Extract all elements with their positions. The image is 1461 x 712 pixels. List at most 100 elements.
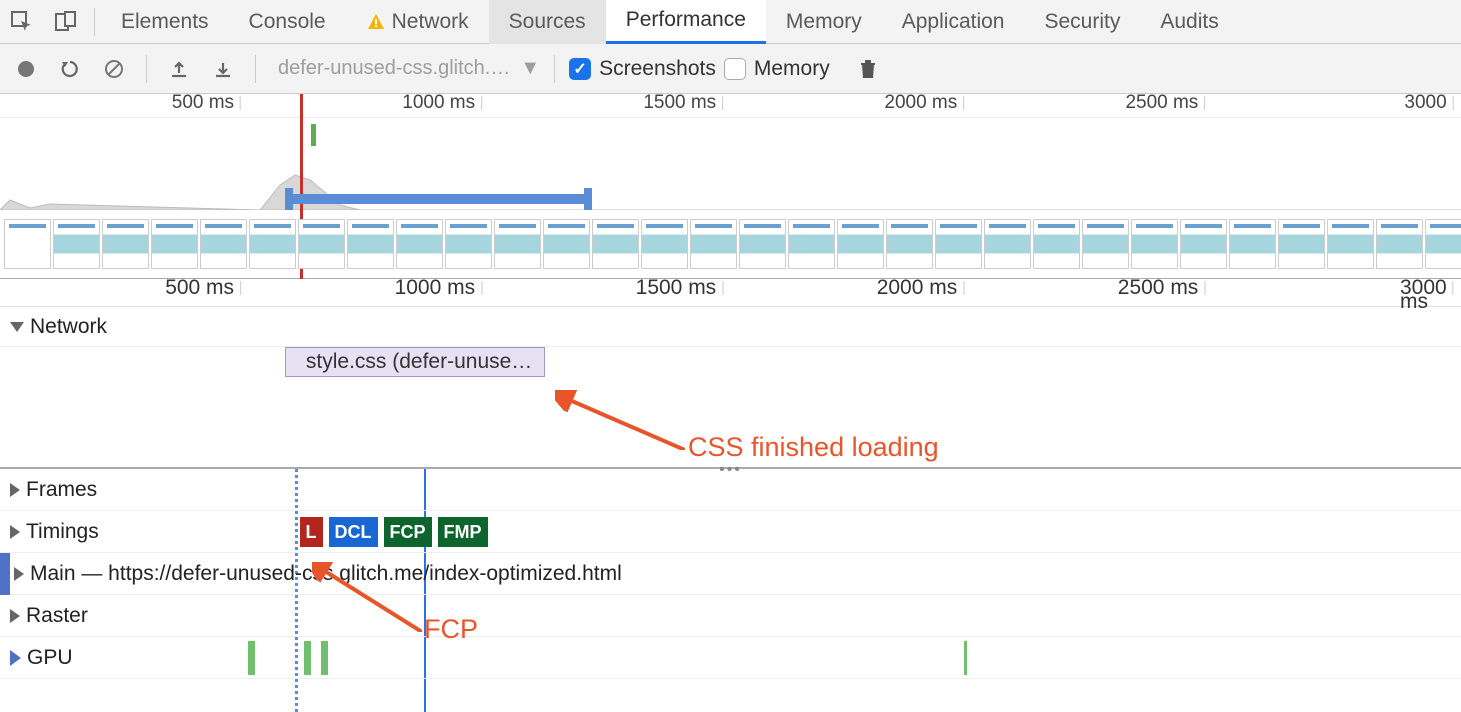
tab-label: Security xyxy=(1044,10,1120,34)
filmstrip-frame[interactable] xyxy=(445,219,492,269)
timing-badge-fmp[interactable]: FMP xyxy=(438,517,488,547)
frames-track-row: Frames xyxy=(0,469,1461,511)
filmstrip-frame[interactable] xyxy=(837,219,884,269)
network-request-stylecss[interactable]: style.css (defer-unuse… xyxy=(285,347,545,377)
tab-memory[interactable]: Memory xyxy=(766,0,882,44)
ruler-tick: 3000 xyxy=(1404,96,1453,110)
timings-track-row: Timings L DCL FCP FMP xyxy=(0,511,1461,553)
filmstrip-frame[interactable] xyxy=(592,219,639,269)
filmstrip-frame[interactable] xyxy=(690,219,737,269)
download-profile-button[interactable] xyxy=(205,51,241,87)
checkbox-label: Screenshots xyxy=(599,57,716,81)
filmstrip-frame[interactable] xyxy=(1425,219,1461,269)
timing-badge-fcp[interactable]: FCP xyxy=(384,517,432,547)
timing-badge-dcl[interactable]: DCL xyxy=(329,517,378,547)
inspect-icon[interactable] xyxy=(0,0,44,44)
filmstrip-frame[interactable] xyxy=(1082,219,1129,269)
filmstrip-frame[interactable] xyxy=(102,219,149,269)
timing-badge-load[interactable]: L xyxy=(300,517,323,547)
screenshots-filmstrip[interactable] xyxy=(4,219,1457,273)
ruler-tick: 1500 ms xyxy=(643,96,723,110)
network-request-label: style.css (defer-unuse… xyxy=(306,350,532,374)
filmstrip-frame[interactable] xyxy=(494,219,541,269)
timings-track-header[interactable]: Timings xyxy=(0,520,99,544)
divider xyxy=(255,55,256,83)
gpu-activity-bar[interactable] xyxy=(248,641,255,675)
lower-panel: ••• Frames Timings L DCL FCP FMP Main — … xyxy=(0,467,1461,712)
filmstrip-frame[interactable] xyxy=(886,219,933,269)
ruler-tick: 2500 ms xyxy=(1125,96,1205,110)
divider xyxy=(554,55,555,83)
filmstrip-frame[interactable] xyxy=(151,219,198,269)
network-wait-marker xyxy=(285,347,286,377)
tab-audits[interactable]: Audits xyxy=(1140,0,1238,44)
frames-track-header[interactable]: Frames xyxy=(0,478,97,502)
disclosure-triangle-icon xyxy=(14,567,24,581)
filmstrip-frame[interactable] xyxy=(739,219,786,269)
tab-application[interactable]: Application xyxy=(882,0,1025,44)
track-label: Frames xyxy=(26,478,97,502)
filmstrip-frame[interactable] xyxy=(1327,219,1374,269)
gpu-track-header[interactable]: GPU xyxy=(0,646,73,670)
raster-track-header[interactable]: Raster xyxy=(0,604,88,628)
filmstrip-frame[interactable] xyxy=(641,219,688,269)
memory-toggle[interactable]: Memory xyxy=(724,57,830,81)
tab-label: Console xyxy=(249,10,326,34)
recording-selector[interactable]: defer-unused-css.glitch.… ▼ xyxy=(278,57,540,80)
tab-performance[interactable]: Performance xyxy=(606,0,766,44)
filmstrip-frame[interactable] xyxy=(543,219,590,269)
upload-profile-button[interactable] xyxy=(161,51,197,87)
filmstrip-frame[interactable] xyxy=(249,219,296,269)
overview-body xyxy=(0,118,1461,218)
ruler-tick: 1000 ms xyxy=(395,281,483,295)
tab-sources[interactable]: Sources xyxy=(489,0,606,44)
overview-timeline[interactable]: 500 ms 1000 ms 1500 ms 2000 ms 2500 ms 3… xyxy=(0,94,1461,279)
ruler-tick: 3000 ms xyxy=(1400,281,1454,295)
disclosure-triangle-icon xyxy=(10,650,21,666)
filmstrip-frame[interactable] xyxy=(788,219,835,269)
ruler-tick: 2000 ms xyxy=(877,281,965,295)
filmstrip-frame[interactable] xyxy=(935,219,982,269)
tab-label: Memory xyxy=(786,10,862,34)
selection-handle-right[interactable] xyxy=(584,188,592,210)
checkbox-icon xyxy=(724,58,746,80)
device-toggle-icon[interactable] xyxy=(44,0,88,44)
tab-elements[interactable]: Elements xyxy=(101,0,229,44)
gpu-activity-bar[interactable] xyxy=(304,641,311,675)
filmstrip-frame[interactable] xyxy=(1229,219,1276,269)
filmstrip-frame[interactable] xyxy=(298,219,345,269)
reload-button[interactable] xyxy=(52,51,88,87)
clear-button[interactable] xyxy=(96,51,132,87)
track-label: Raster xyxy=(26,604,88,628)
filmstrip-frame[interactable] xyxy=(4,219,51,269)
filmstrip-frame[interactable] xyxy=(1278,219,1325,269)
chevron-down-icon: ▼ xyxy=(520,57,540,80)
tab-network[interactable]: Network xyxy=(346,0,489,44)
disclosure-triangle-icon xyxy=(10,322,24,332)
selection-range[interactable] xyxy=(292,194,584,204)
ruler-tick: 1500 ms xyxy=(636,281,724,295)
filmstrip-frame[interactable] xyxy=(53,219,100,269)
tab-security[interactable]: Security xyxy=(1024,0,1140,44)
filmstrip-frame[interactable] xyxy=(1376,219,1423,269)
divider xyxy=(94,8,95,36)
filmstrip-frame[interactable] xyxy=(200,219,247,269)
tab-console[interactable]: Console xyxy=(229,0,346,44)
filmstrip-frame[interactable] xyxy=(347,219,394,269)
main-track-header[interactable]: Main — https://defer-unused-css.glitch.m… xyxy=(0,562,622,586)
record-button[interactable] xyxy=(8,51,44,87)
garbage-collect-button[interactable] xyxy=(850,51,886,87)
main-track-row: Main — https://defer-unused-css.glitch.m… xyxy=(0,553,1461,595)
gpu-activity-bar[interactable] xyxy=(321,641,328,675)
screenshots-toggle[interactable]: Screenshots xyxy=(569,57,716,81)
tab-label: Network xyxy=(392,10,469,34)
network-track-header[interactable]: Network xyxy=(0,315,107,339)
divider xyxy=(146,55,147,83)
filmstrip-frame[interactable] xyxy=(984,219,1031,269)
gpu-activity-bar[interactable] xyxy=(964,641,967,675)
filmstrip-frame[interactable] xyxy=(1131,219,1178,269)
filmstrip-frame[interactable] xyxy=(396,219,443,269)
filmstrip-frame[interactable] xyxy=(1033,219,1080,269)
filmstrip-frame[interactable] xyxy=(1180,219,1227,269)
warning-icon xyxy=(366,12,386,32)
